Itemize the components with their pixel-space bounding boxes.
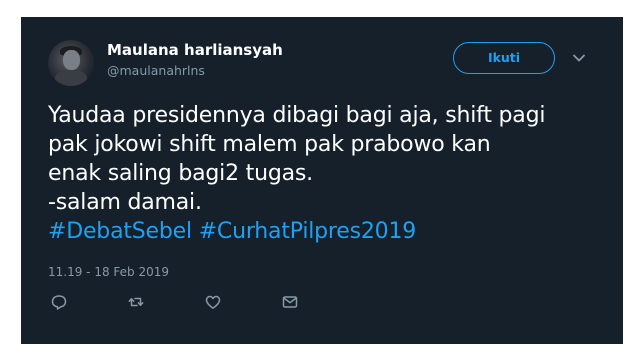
tweet-text-line: -salam damai. [48, 190, 202, 215]
reply-icon[interactable] [50, 293, 68, 311]
hashtag-link[interactable]: #DebatSebel [48, 219, 192, 244]
hashtag-line: #DebatSebel #CurhatPilpres2019 [48, 217, 608, 246]
tweet-timestamp[interactable]: 11.19 - 18 Feb 2019 [48, 264, 169, 280]
author-display-name[interactable]: Maulana harliansyah [107, 41, 283, 59]
tweet-text-line: Yaudaa presidennya dibagi bagi aja, shif… [48, 103, 546, 128]
tweet-text: Yaudaa presidennya dibagi bagi aja, shif… [48, 101, 608, 246]
author-handle[interactable]: @maulanahrlns [107, 63, 205, 79]
direct-message-icon[interactable] [281, 293, 299, 311]
avatar-face [63, 50, 80, 70]
hashtag-link[interactable]: #CurhatPilpres2019 [199, 219, 417, 244]
follow-button[interactable]: Ikuti [453, 42, 555, 74]
chevron-down-icon[interactable] [572, 51, 586, 65]
tweet-text-line: enak saling bagi2 tugas. [48, 161, 313, 186]
retweet-icon[interactable] [127, 293, 145, 311]
tweet-text-line: pak jokowi shift malem pak prabowo kan [48, 132, 491, 157]
avatar-body [55, 70, 87, 86]
like-icon[interactable] [204, 293, 222, 311]
action-bar [21, 293, 623, 317]
tweet-card: Maulana harliansyah @maulanahrlns Ikuti … [21, 17, 623, 344]
avatar[interactable] [48, 40, 94, 86]
